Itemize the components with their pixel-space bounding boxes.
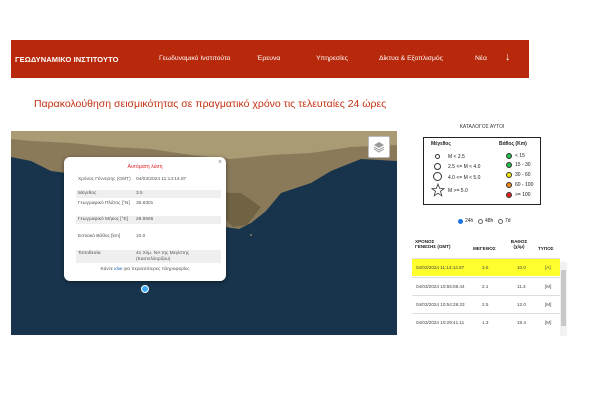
popup-label: Χρόνος Γέννησης (GMT) bbox=[78, 177, 131, 182]
radio-24h[interactable] bbox=[458, 218, 463, 224]
period-7d[interactable]: 7d bbox=[498, 218, 511, 224]
cell-depth: 19.4 bbox=[517, 320, 526, 325]
popup-row-location: Τοποθεσία 41 Χλμ. ΝΑ της Μεγίστης (Καστε… bbox=[76, 250, 221, 264]
table-row[interactable]: 04/03/2024 10:29:41.11 1.3 19.4 [M] bbox=[412, 313, 560, 331]
table-row[interactable]: 04/03/2024 11:14:14.87 3.5 10.0 [A] bbox=[412, 258, 560, 276]
popup-label: Εστιακό Βάθος [km] bbox=[78, 234, 121, 239]
top-nav-bar: ΓΕΩΔΥΝΑΜΙΚΟ ΙΝΣΤΙΤΟΥΤΟ Γεωδυναμικό Ινστι… bbox=[11, 40, 529, 78]
arrow-down-icon[interactable]: ↓ bbox=[505, 51, 511, 63]
popup-value: 41 Χλμ. ΝΑ της Μεγίστης (Καστελλορίζου) bbox=[136, 251, 190, 262]
magnitude-class: M < 2.5 bbox=[448, 154, 465, 160]
magnitude-class: M >= 5.0 bbox=[448, 188, 468, 194]
cell-time: 04/03/2024 10:54:28.33 bbox=[416, 302, 465, 307]
depth-color-dot bbox=[506, 192, 512, 198]
cell-depth: 12.0 bbox=[517, 302, 526, 307]
depth-class: >= 100 bbox=[515, 192, 531, 198]
popup-value: 3.5 bbox=[136, 191, 143, 196]
popup-row-longitude: Γεωγραφικό Μήκος [°E] 28.9565 bbox=[76, 216, 221, 224]
nav-item-news[interactable]: Νέα bbox=[475, 40, 487, 78]
cell-depth: 10.0 bbox=[517, 265, 526, 270]
cell-type: [A] bbox=[545, 265, 551, 270]
popup-row-magnitude: Μέγεθος 3.5 bbox=[76, 190, 221, 198]
popup-row-latitude: Γεωγραφικό Πλάτος [°N] 35.8301 bbox=[76, 200, 221, 208]
popup-value: 28.9565 bbox=[136, 217, 154, 222]
magnitude-symbol-small bbox=[435, 154, 440, 159]
popup-value: 10.0 bbox=[136, 234, 146, 239]
depth-class: 15 - 30 bbox=[515, 162, 531, 168]
cell-type: [M] bbox=[545, 320, 552, 325]
magnitude-class: 2.5 <= M < 4.0 bbox=[448, 164, 481, 170]
depth-class: 30 - 60 bbox=[515, 172, 531, 178]
more-info-link[interactable]: κλικ bbox=[114, 267, 122, 272]
magnitude-header: Μέγεθος bbox=[431, 141, 451, 147]
cell-time: 04/03/2024 10:29:41.11 bbox=[416, 320, 465, 325]
depth-color-dot bbox=[506, 153, 512, 159]
popup-label: Γεωγραφικό Μήκος [°E] bbox=[78, 217, 129, 222]
nav-item-institute[interactable]: Γεωδυναμικό Ινστιτούτο bbox=[159, 40, 230, 78]
cell-magnitude: 3.5 bbox=[482, 265, 489, 270]
popup-value: 04/03/2024 11:14:14.87 bbox=[136, 177, 187, 182]
more-suffix: για περισσότερες πληροφορίες bbox=[123, 267, 190, 272]
radio-48h[interactable] bbox=[478, 218, 483, 224]
cell-magnitude: 1.3 bbox=[482, 320, 489, 325]
nav-item-networks[interactable]: Δίκτυα & Εξοπλισμός bbox=[379, 40, 443, 78]
column-header-depth[interactable]: ΒΑΘΟΣ (χλμ) bbox=[508, 239, 530, 250]
popup-label: Μέγεθος bbox=[78, 191, 97, 196]
cell-time: 04/03/2024 10:55:08.44 bbox=[416, 284, 465, 289]
depth-header: Βάθος (Km) bbox=[499, 141, 527, 147]
more-prefix: Κάντε bbox=[100, 267, 113, 272]
period-24h[interactable]: 24h bbox=[458, 218, 473, 224]
column-header-time[interactable]: ΧΡΟΝΟΣ ΓΕΝΕΣΗΣ (GMT) bbox=[415, 239, 455, 250]
magnitude-class: 4.0 <= M < 5.0 bbox=[448, 175, 481, 181]
layers-icon bbox=[373, 142, 385, 153]
depth-color-dot bbox=[506, 162, 512, 168]
popup-label: Τοποθεσία bbox=[78, 251, 101, 256]
popup-more-info: Κάντε κλικ για περισσότερες πληροφορίες bbox=[64, 267, 226, 272]
depth-class: < 15 bbox=[515, 153, 525, 159]
popup-label: Γεωγραφικό Πλάτος [°N] bbox=[78, 201, 130, 206]
magnitude-symbol-medium bbox=[434, 163, 441, 170]
depth-color-dot bbox=[506, 172, 512, 178]
period-label: 7d bbox=[505, 218, 511, 224]
page-title: Παρακολούθηση σεισμικότητας σε πραγματικ… bbox=[34, 98, 387, 110]
table-scrollbar-thumb[interactable] bbox=[561, 270, 566, 326]
popup-title: Αυτόματη λύση bbox=[127, 164, 163, 170]
period-label: 48h bbox=[485, 218, 494, 224]
layers-button[interactable] bbox=[368, 136, 390, 158]
column-header-type[interactable]: ΤΥΠΟΣ bbox=[538, 246, 554, 251]
cell-type: [M] bbox=[545, 284, 552, 289]
nav-item-services[interactable]: Υπηρεσίες bbox=[316, 40, 348, 78]
cell-time: 04/03/2024 11:14:14.87 bbox=[416, 265, 465, 270]
cell-magnitude: 2.1 bbox=[482, 284, 489, 289]
cell-depth: 11.3 bbox=[517, 284, 526, 289]
popup-row-depth: Εστιακό Βάθος [km] 10.0 bbox=[76, 233, 221, 241]
earthquake-marker[interactable] bbox=[141, 285, 149, 293]
popup-row-time: Χρόνος Γέννησης (GMT) 04/03/2024 11:14:1… bbox=[76, 176, 221, 184]
catalog-title: ΚΑΤΑΛΟΓΟΣ ΑΥΤΟΙ bbox=[459, 124, 505, 130]
cell-magnitude: 2.5 bbox=[482, 302, 489, 307]
column-header-magnitude[interactable]: ΜΕΓΕΘΟΣ bbox=[473, 246, 496, 251]
table-row[interactable]: 04/03/2024 10:55:08.44 2.1 11.3 [M] bbox=[412, 277, 560, 295]
depth-color-dot bbox=[506, 182, 512, 188]
table-row[interactable]: 04/03/2024 10:54:28.33 2.5 12.0 [M] bbox=[412, 295, 560, 313]
cell-type: [M] bbox=[545, 302, 552, 307]
popup-value: 35.8301 bbox=[136, 201, 154, 206]
site-brand[interactable]: ΓΕΩΔΥΝΑΜΙΚΟ ΙΝΣΤΙΤΟΥΤΟ bbox=[15, 55, 155, 64]
magnitude-symbol-large bbox=[433, 172, 442, 181]
period-48h[interactable]: 48h bbox=[478, 218, 493, 224]
period-label: 24h bbox=[465, 218, 474, 224]
nav-item-research[interactable]: Έρευνα bbox=[257, 40, 280, 78]
radio-7d[interactable] bbox=[498, 218, 503, 224]
star-icon bbox=[431, 183, 445, 197]
depth-class: 60 - 100 bbox=[515, 182, 534, 188]
